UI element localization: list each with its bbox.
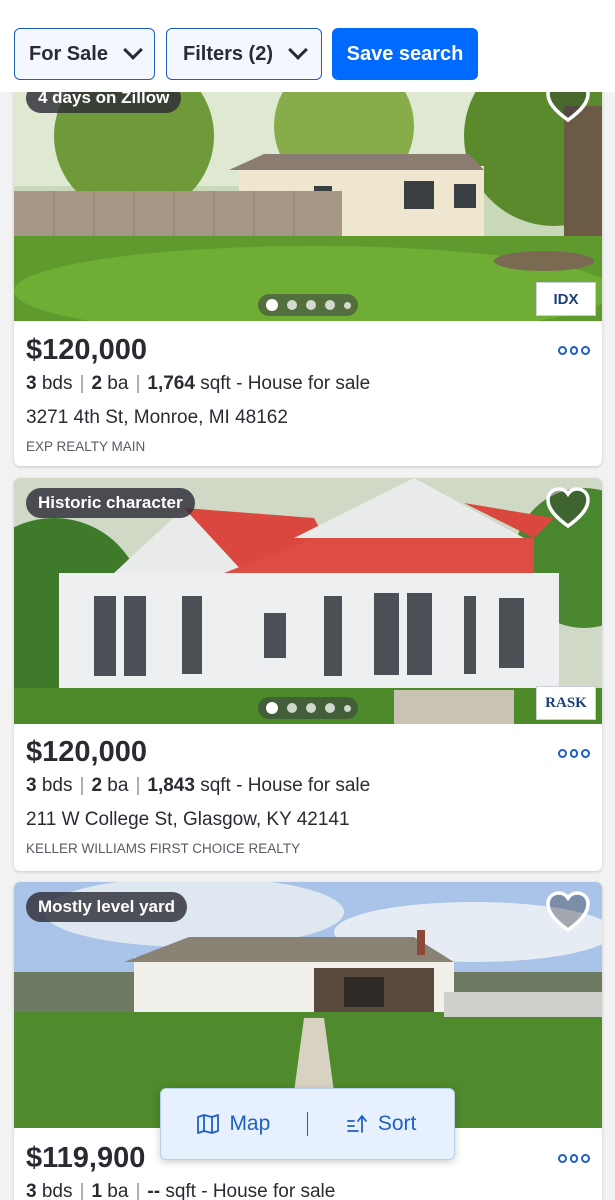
listing-type: - House for sale — [236, 775, 371, 796]
more-options-icon[interactable] — [558, 747, 591, 759]
listing-tag: Historic character — [26, 488, 195, 518]
more-options-icon[interactable] — [558, 1152, 591, 1164]
map-label: Map — [229, 1112, 271, 1135]
baths-value: 1 — [91, 1181, 103, 1200]
sort-icon — [346, 1115, 367, 1133]
sort-label: Sort — [377, 1112, 417, 1135]
listing-specs: 3 bds | 1 ba | -- sqft - House for sale — [26, 1181, 336, 1200]
listing-specs: 3 bds | 2 ba | 1,764 sqft - House for sale — [26, 373, 371, 394]
baths-value: 2 — [91, 373, 103, 394]
sqft-unit: sqft — [200, 373, 231, 394]
sqft-value: 1,764 — [147, 373, 195, 394]
filters-dropdown[interactable]: Filters (2) — [166, 28, 322, 80]
baths-value: 2 — [91, 775, 103, 796]
beds-unit: bds — [41, 373, 73, 394]
carousel-dot — [265, 702, 278, 714]
map-button[interactable]: Map — [161, 1112, 307, 1136]
mls-badge: RASK — [536, 686, 596, 720]
sqft-unit: sqft — [165, 1181, 196, 1200]
listing-type: - House for sale — [236, 373, 371, 394]
listing-info: $120,000 3 bds | 2 ba | 1,843 sqft - House f… — [14, 736, 602, 856]
carousel-dot — [324, 703, 335, 713]
more-options-icon[interactable] — [558, 344, 591, 356]
carousel-dot — [305, 300, 316, 310]
photo-carousel-dots[interactable] — [258, 697, 358, 719]
beds-unit: bds — [41, 775, 73, 796]
carousel-dot — [286, 703, 297, 713]
mls-badge: IDX — [536, 282, 596, 316]
listing-price: $120,000 — [26, 334, 147, 366]
listing-broker: EXP REALTY MAIN — [26, 439, 146, 454]
sort-button[interactable]: Sort — [308, 1112, 454, 1136]
listing-address[interactable]: 3271 4th St, Monroe, MI 48162 — [26, 407, 602, 429]
beds-value: 3 — [26, 373, 37, 394]
listing-photo[interactable]: 4 days on Zillow IDX — [14, 66, 602, 321]
beds-unit: bds — [41, 1181, 73, 1200]
carousel-dot — [305, 703, 316, 713]
for-sale-label: For Sale — [29, 42, 108, 65]
listing-tag: Mostly level yard — [26, 892, 188, 922]
baths-unit: ba — [107, 1181, 129, 1200]
heart-outline-icon[interactable] — [544, 890, 592, 934]
map-icon — [197, 1114, 220, 1134]
carousel-dot — [343, 301, 351, 309]
chevron-down-icon — [123, 40, 143, 60]
sqft-value: 1,843 — [147, 775, 195, 796]
sqft-value: -- — [147, 1181, 161, 1200]
photo-carousel-dots[interactable] — [258, 294, 358, 316]
carousel-dot — [265, 299, 278, 311]
beds-value: 3 — [26, 1181, 37, 1200]
sqft-unit: sqft — [200, 775, 231, 796]
listing-specs: 3 bds | 2 ba | 1,843 sqft - House for sale — [26, 775, 371, 796]
baths-unit: ba — [107, 373, 129, 394]
listing-broker: KELLER WILLIAMS FIRST CHOICE REALTY — [26, 841, 301, 856]
listing-card[interactable]: 4 days on Zillow IDX $120,000 3 bds | 2 ba… — [14, 66, 602, 466]
map-sort-bar: Map Sort — [160, 1088, 455, 1160]
heart-outline-icon[interactable] — [544, 486, 592, 530]
listing-card[interactable]: Historic character RASK $120,000 3 bds | 2… — [14, 478, 602, 871]
carousel-dot — [343, 704, 351, 712]
baths-unit: ba — [107, 775, 129, 796]
carousel-dot — [286, 300, 297, 310]
carousel-dot — [324, 300, 335, 310]
beds-value: 3 — [26, 775, 37, 796]
for-sale-dropdown[interactable]: For Sale — [14, 28, 155, 80]
listing-price: $120,000 — [26, 736, 147, 768]
chevron-down-icon — [288, 40, 308, 60]
filters-label: Filters (2) — [182, 42, 274, 65]
save-search-button[interactable]: Save search — [332, 28, 478, 80]
listing-address[interactable]: 211 W College St, Glasgow, KY 42141 — [26, 809, 602, 831]
toolbar: For Sale Filters (2) Save search — [0, 0, 615, 92]
listing-type: - House for sale — [201, 1181, 336, 1200]
listing-photo[interactable]: Historic character RASK — [14, 478, 602, 724]
listing-info: $120,000 3 bds | 2 ba | 1,764 sqft - House f… — [14, 334, 602, 454]
